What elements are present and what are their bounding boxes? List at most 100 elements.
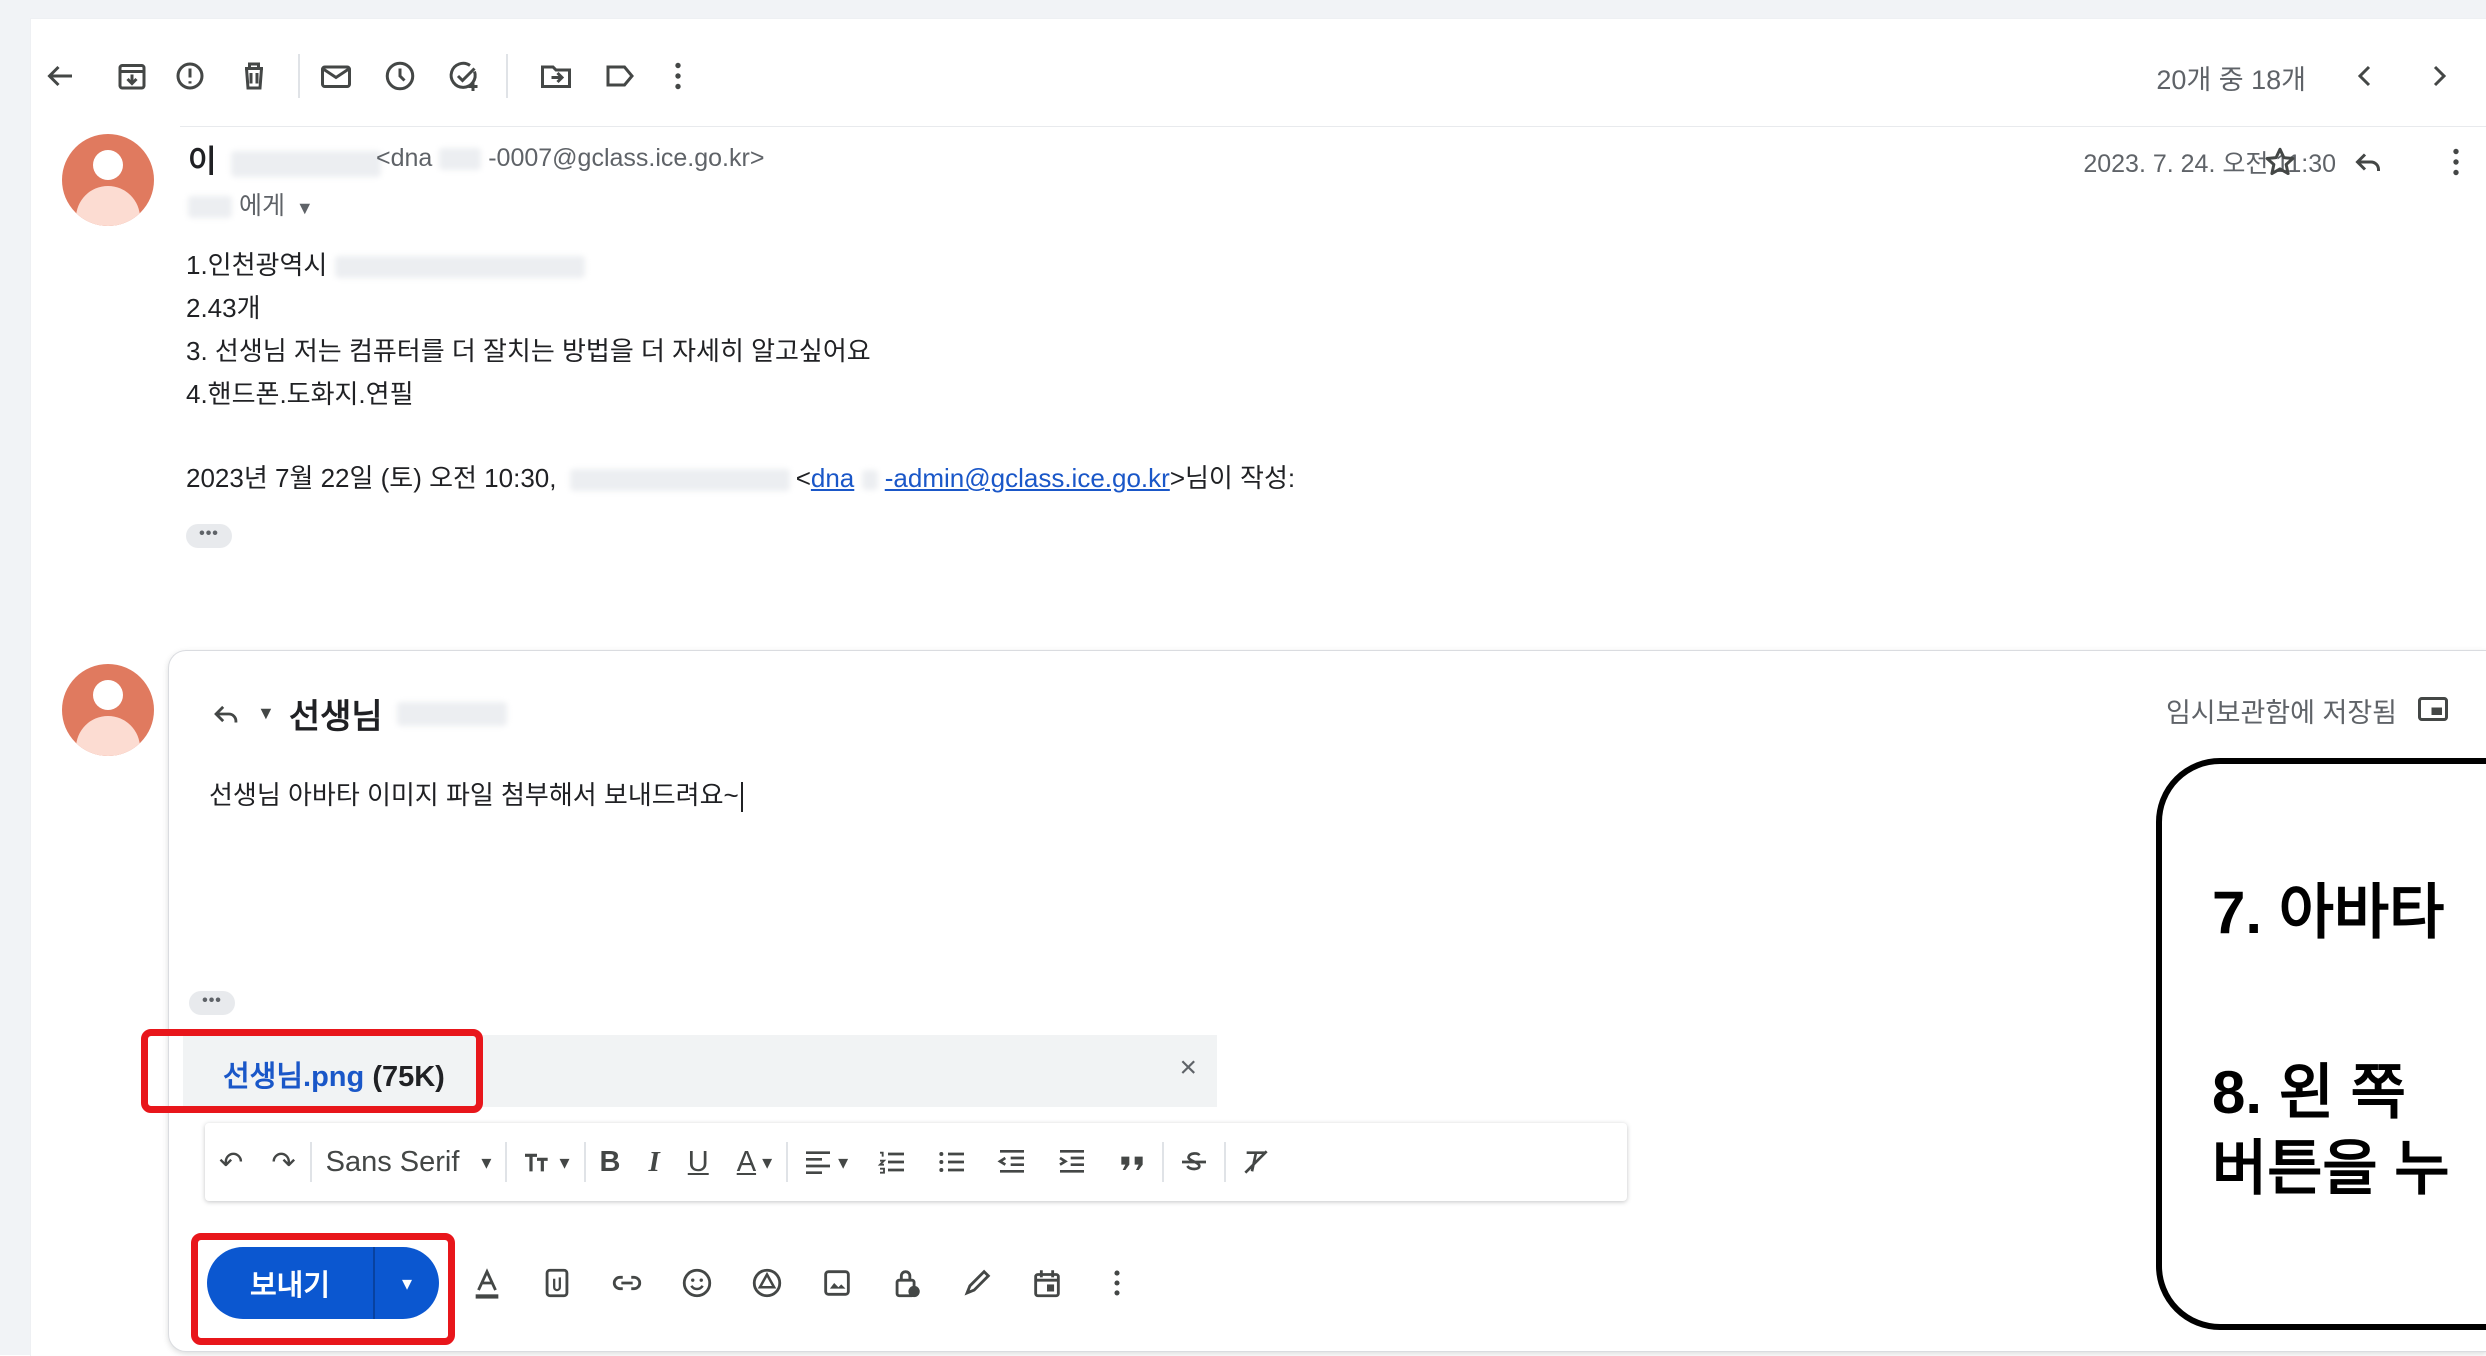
avatar-head (93, 680, 123, 710)
insert-signature-icon[interactable] (949, 1247, 1005, 1319)
quote-email-open: < (795, 463, 811, 493)
body-line: 1.인천광역시 (186, 244, 871, 287)
avatar-head (93, 150, 123, 180)
reply-avatar (62, 664, 154, 756)
recipient-line[interactable]: 에게 ▼ (188, 186, 314, 222)
chevron-right-icon[interactable] (2408, 40, 2468, 112)
chevron-down-icon: ▾ (559, 1151, 570, 1174)
font-family-value: Sans Serif (325, 1145, 460, 1178)
sender-name[interactable]: 이 (188, 136, 382, 181)
quote-icon[interactable] (1102, 1123, 1162, 1201)
chevron-down-icon: ▾ (838, 1151, 849, 1174)
highlight-box-send (191, 1233, 455, 1345)
align-icon[interactable]: ▾ (788, 1123, 862, 1201)
font-family-select[interactable]: Sans Serif ▾ (312, 1123, 506, 1201)
schedule-event-icon[interactable] (1019, 1247, 1075, 1319)
pop-out-icon[interactable] (2409, 685, 2457, 733)
redacted-recipient (188, 196, 232, 219)
body-line: 3. 선생님 저는 컴퓨터를 더 잘치는 방법을 더 자세히 알고싶어요 (186, 336, 871, 366)
redacted-email-part (439, 148, 482, 171)
delete-icon[interactable] (224, 40, 284, 112)
redacted-name (231, 150, 382, 177)
message-toolbar: 20개 중 18개 (30, 40, 2486, 112)
chevron-down-icon: ▾ (762, 1151, 773, 1174)
mark-unread-icon[interactable] (306, 40, 366, 112)
formatting-options-icon[interactable] (459, 1247, 515, 1319)
draft-saved-status: 임시보관함에 저장됨 (2165, 698, 2397, 728)
quote-attribution: 2023년 7월 22일 (토) 오전 10:30, <dna -admin@g… (186, 458, 1295, 495)
archive-icon[interactable] (102, 40, 162, 112)
avatar-body (76, 716, 140, 756)
add-task-icon[interactable] (434, 40, 494, 112)
confidential-mode-icon[interactable] (879, 1247, 935, 1319)
reply-recipient-name: 선생님 (288, 698, 383, 736)
callout-line: 7. 아바타 (2212, 879, 2445, 946)
snooze-icon[interactable] (370, 40, 430, 112)
reply-icon[interactable] (2344, 138, 2392, 186)
recipient-suffix: 에게 (238, 192, 285, 220)
recipient-dropdown-icon[interactable]: ▼ (296, 198, 314, 218)
quote-suffix: >님이 작성: (1169, 463, 1296, 493)
text-cursor (740, 782, 743, 813)
redacted-name (569, 469, 790, 492)
show-trimmed-button[interactable]: ••• (186, 524, 232, 548)
quote-email-link[interactable]: -admin@gclass.ice.go.kr (885, 463, 1170, 493)
reply-type-dropdown-icon[interactable]: ▼ (257, 703, 275, 724)
remove-attachment-icon[interactable]: × (1179, 1051, 1197, 1085)
move-to-icon[interactable] (526, 40, 586, 112)
reply-compose-card: ▼ 선생님 임시보관함에 저장됨 선생님 아바타 이미지 파일 첨부해서 보내드… (141, 650, 2486, 1352)
indent-less-icon[interactable] (982, 1123, 1042, 1201)
bold-icon[interactable]: B (586, 1123, 635, 1201)
back-arrow-icon[interactable] (30, 40, 90, 112)
chevron-left-icon[interactable] (2336, 40, 2396, 112)
window-left-edge (0, 0, 30, 1355)
more-vert-icon[interactable] (648, 40, 708, 112)
toolbar-separator (298, 54, 300, 98)
sender-email-prefix: <dna (376, 144, 433, 172)
remove-formatting-icon[interactable] (1226, 1123, 1286, 1201)
compose-body[interactable]: 선생님 아바타 이미지 파일 첨부해서 보내드려요~ (209, 775, 743, 813)
label-icon[interactable] (590, 40, 650, 112)
insert-emoji-icon[interactable] (669, 1247, 725, 1319)
pager-count: 20개 중 18개 (2156, 65, 2306, 95)
google-drive-icon[interactable] (739, 1247, 795, 1319)
sender-email-suffix: -0007@gclass.ice.go.kr> (488, 144, 765, 172)
numbered-list-icon[interactable] (862, 1123, 922, 1201)
text-color-icon[interactable]: A ▾ (723, 1123, 786, 1201)
callout-line: 8. 왼 쪽 (2212, 1059, 2406, 1126)
more-options-icon[interactable] (1089, 1247, 1145, 1319)
underline-icon[interactable]: U (674, 1123, 723, 1201)
undo-icon[interactable]: ↶ (205, 1123, 257, 1201)
star-icon[interactable] (2256, 138, 2304, 186)
sender-avatar[interactable] (62, 134, 154, 226)
instruction-callout: 7. 아바타 8. 왼 쪽 버튼을 누 (2156, 758, 2486, 1330)
message-more-icon[interactable] (2432, 138, 2480, 186)
toolbar-separator (506, 54, 508, 98)
quote-email-link[interactable]: dna (811, 463, 854, 493)
message-body: 1.인천광역시 2.43개 3. 선생님 저는 컴퓨터를 더 잘치는 방법을 더… (186, 244, 871, 416)
strikethrough-icon[interactable] (1164, 1123, 1224, 1201)
indent-more-icon[interactable] (1042, 1123, 1102, 1201)
toolbar-divider (180, 126, 2486, 127)
compose-body-text: 선생님 아바타 이미지 파일 첨부해서 보내드려요~ (209, 780, 739, 810)
redo-icon[interactable]: ↷ (257, 1123, 309, 1201)
avatar-body (76, 186, 140, 226)
font-size-icon[interactable]: ▾ (507, 1123, 583, 1201)
show-trimmed-content-button[interactable]: ••• (189, 991, 235, 1015)
sender-email: <dna -0007@gclass.ice.go.kr> (376, 144, 764, 173)
reply-recipients[interactable]: ▼ 선생님 (209, 689, 507, 738)
insert-photo-icon[interactable] (809, 1247, 865, 1319)
window-top-edge (0, 0, 2486, 18)
report-spam-icon[interactable] (160, 40, 220, 112)
body-line: 2.43개 (186, 293, 261, 323)
highlight-box-attachment (141, 1029, 483, 1113)
sender-name-text: 이 (188, 144, 217, 179)
redacted-recipient (396, 701, 507, 726)
bulleted-list-icon[interactable] (922, 1123, 982, 1201)
quote-prefix: 2023년 7월 22일 (토) 오전 10:30, (186, 463, 557, 493)
italic-icon[interactable]: I (634, 1123, 673, 1201)
chevron-down-icon: ▾ (481, 1151, 492, 1174)
insert-link-icon[interactable] (599, 1247, 655, 1319)
attach-file-icon[interactable] (529, 1247, 585, 1319)
reply-type-icon[interactable] (209, 697, 243, 731)
